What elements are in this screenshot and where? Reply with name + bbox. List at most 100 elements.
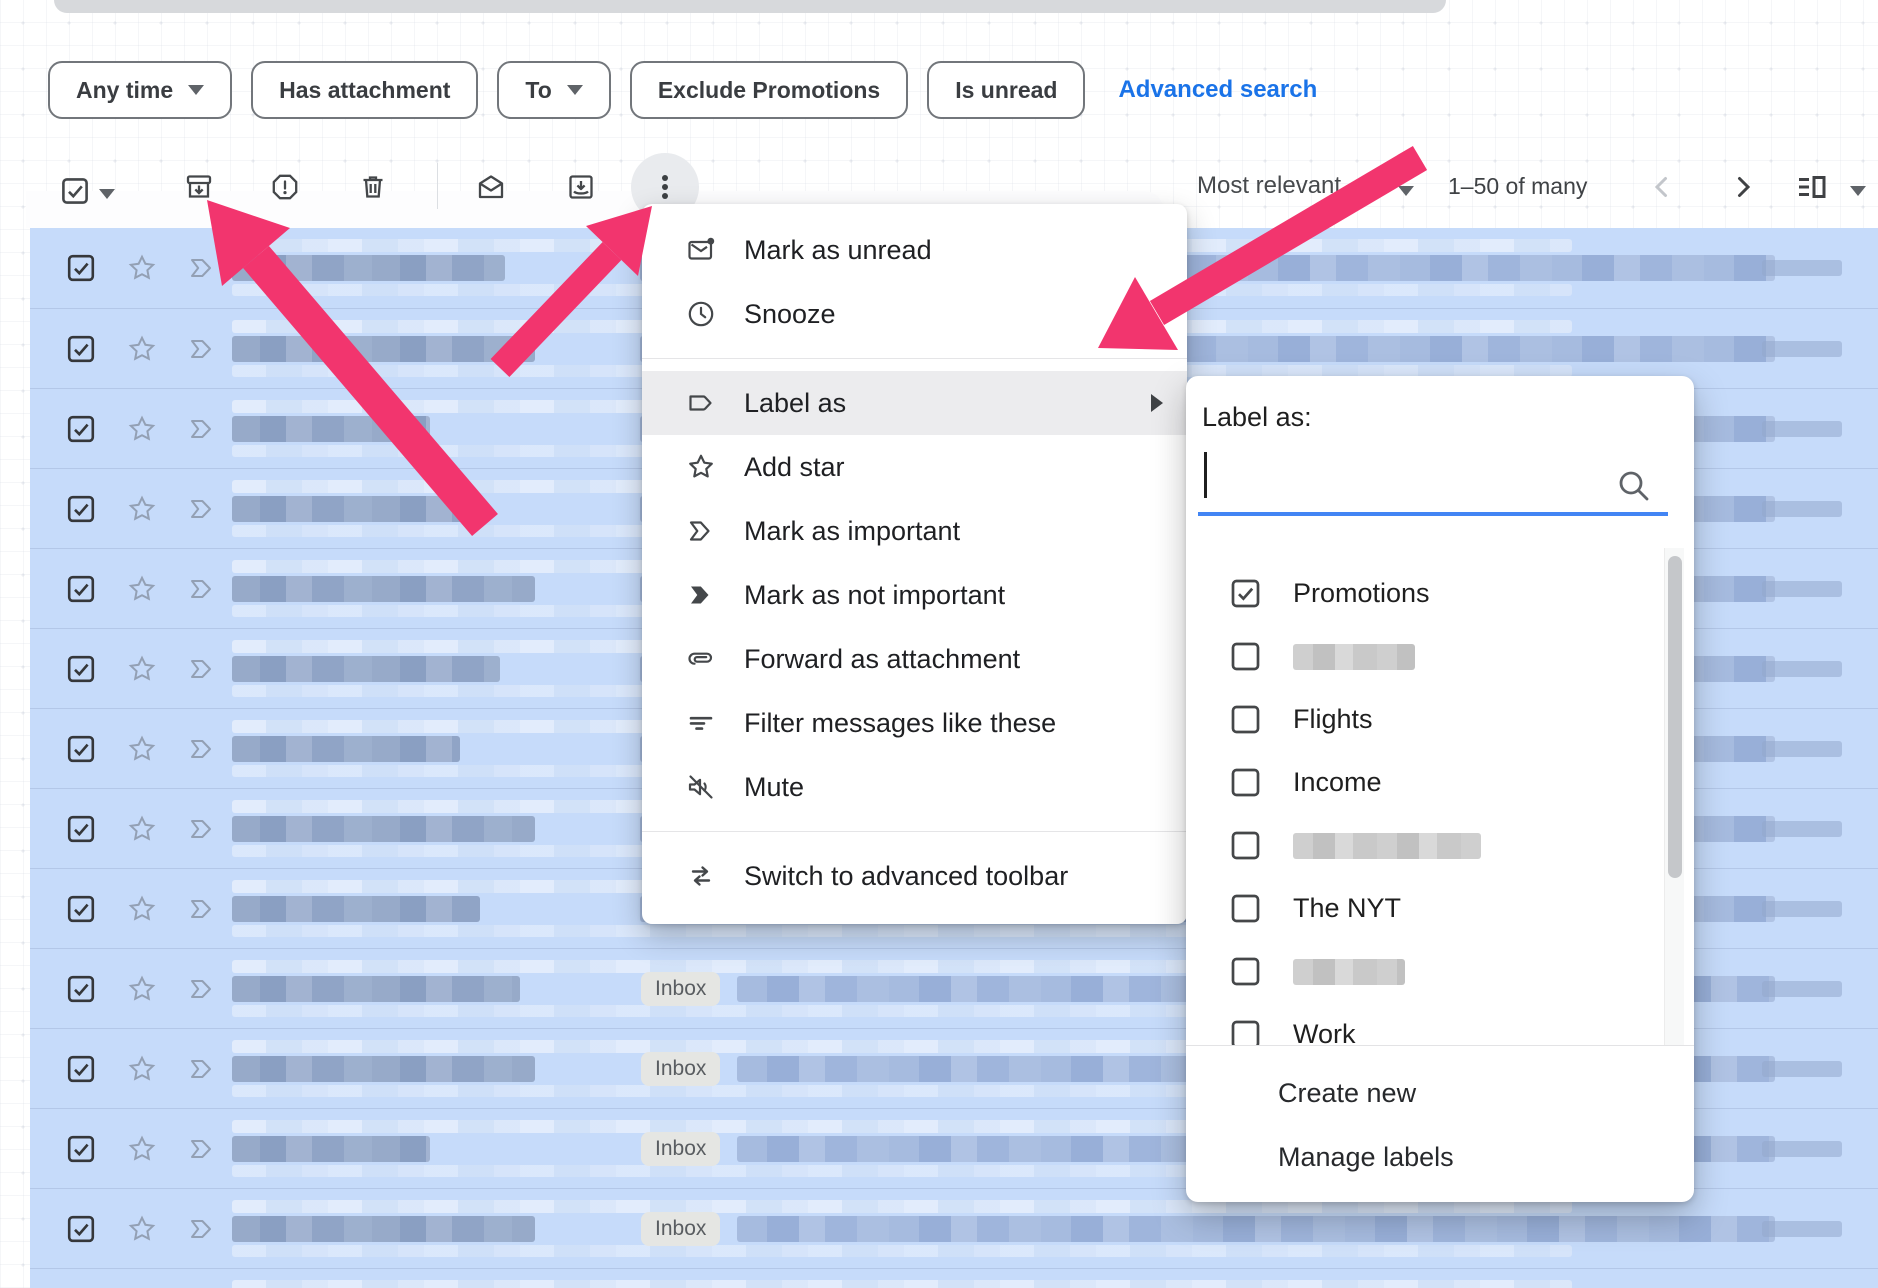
- label-option-work[interactable]: Work: [1186, 1003, 1694, 1045]
- importance-marker-icon[interactable]: [186, 252, 218, 284]
- sort-caret-icon[interactable]: [1398, 186, 1414, 196]
- filter-chip-any-time[interactable]: Any time: [48, 61, 232, 119]
- row-checkbox[interactable]: [66, 734, 96, 764]
- menu-item-add-star[interactable]: Add star: [642, 435, 1187, 499]
- star-icon[interactable]: [126, 973, 158, 1005]
- row-checkbox[interactable]: [66, 1214, 96, 1244]
- unchecked-checkbox-icon[interactable]: [1230, 767, 1261, 798]
- label-option-redacted[interactable]: [1186, 814, 1694, 877]
- star-icon[interactable]: [126, 252, 158, 284]
- create-new-label-button[interactable]: Create new: [1278, 1069, 1416, 1117]
- label-option-the-nyt[interactable]: The NYT: [1186, 877, 1694, 940]
- inbox-chip: Inbox: [641, 1212, 720, 1246]
- checked-checkbox-icon[interactable]: [1230, 578, 1261, 609]
- mark-as-read-icon[interactable]: [476, 172, 506, 202]
- row-checkbox[interactable]: [66, 814, 96, 844]
- star-icon[interactable]: [126, 413, 158, 445]
- menu-item-label-as[interactable]: Label as: [642, 371, 1187, 435]
- row-checkbox[interactable]: [66, 1054, 96, 1084]
- redacted-date: [1762, 661, 1842, 677]
- star-icon[interactable]: [126, 733, 158, 765]
- star-icon[interactable]: [126, 653, 158, 685]
- menu-item-mark-as-important[interactable]: Mark as important: [642, 499, 1187, 563]
- move-to-icon[interactable]: [566, 172, 596, 202]
- star-icon[interactable]: [126, 493, 158, 525]
- importance-marker-icon[interactable]: [186, 333, 218, 365]
- row-checkbox[interactable]: [66, 894, 96, 924]
- row-checkbox[interactable]: [66, 974, 96, 1004]
- row-checkbox[interactable]: [66, 414, 96, 444]
- importance-marker-icon[interactable]: [186, 893, 218, 925]
- filter-chip-has-attachment[interactable]: Has attachment: [251, 61, 478, 119]
- chevron-down-icon: [188, 85, 204, 95]
- redacted-blur: [232, 1245, 1572, 1257]
- split-view-caret-icon[interactable]: [1850, 186, 1866, 196]
- label-option-redacted[interactable]: [1186, 625, 1694, 688]
- archive-icon[interactable]: [184, 172, 214, 202]
- menu-item-mute[interactable]: Mute: [642, 755, 1187, 819]
- menu-item-filter-messages[interactable]: Filter messages like these: [642, 691, 1187, 755]
- filter-chip-is-unread[interactable]: Is unread: [927, 61, 1085, 119]
- filter-chip-to[interactable]: To: [497, 61, 610, 119]
- star-icon[interactable]: [126, 1133, 158, 1165]
- menu-item-switch-toolbar[interactable]: Switch to advanced toolbar: [642, 844, 1187, 908]
- row-checkbox[interactable]: [66, 253, 96, 283]
- label-option-flights[interactable]: Flights: [1186, 688, 1694, 751]
- row-checkbox[interactable]: [66, 334, 96, 364]
- menu-item-label: Mark as not important: [744, 580, 1005, 611]
- importance-marker-icon[interactable]: [186, 733, 218, 765]
- chevron-right-icon[interactable]: [1726, 170, 1760, 204]
- star-icon[interactable]: [126, 333, 158, 365]
- importance-marker-icon[interactable]: [186, 653, 218, 685]
- redacted-subject: [737, 1216, 1775, 1242]
- email-row[interactable]: [30, 1268, 1878, 1288]
- redacted-date: [1762, 1141, 1842, 1157]
- toolbar-divider: [437, 163, 438, 209]
- row-checkbox[interactable]: [66, 1134, 96, 1164]
- unchecked-checkbox-icon[interactable]: [1230, 893, 1261, 924]
- row-checkbox[interactable]: [66, 574, 96, 604]
- select-all-checkbox[interactable]: [60, 176, 90, 206]
- label-option-income[interactable]: Income: [1186, 751, 1694, 814]
- star-icon[interactable]: [126, 893, 158, 925]
- advanced-search-link[interactable]: Advanced search: [1118, 76, 1317, 104]
- row-checkbox[interactable]: [66, 654, 96, 684]
- scrollbar-track[interactable]: [1664, 548, 1684, 1045]
- filter-chip-exclude-promotions[interactable]: Exclude Promotions: [630, 61, 908, 119]
- importance-marker-icon[interactable]: [186, 813, 218, 845]
- split-view-icon[interactable]: [1795, 170, 1829, 204]
- importance-marker-icon[interactable]: [186, 493, 218, 525]
- importance-marker-icon[interactable]: [186, 413, 218, 445]
- delete-icon[interactable]: [358, 172, 388, 202]
- redacted-sender: [232, 656, 500, 682]
- menu-item-snooze[interactable]: Snooze: [642, 282, 1187, 346]
- star-icon[interactable]: [126, 573, 158, 605]
- menu-item-mark-as-unread[interactable]: Mark as unread: [642, 218, 1187, 282]
- importance-marker-icon[interactable]: [186, 1053, 218, 1085]
- star-icon[interactable]: [126, 1053, 158, 1085]
- menu-item-mark-as-not-important[interactable]: Mark as not important: [642, 563, 1187, 627]
- star-icon[interactable]: [126, 1213, 158, 1245]
- star-icon[interactable]: [126, 813, 158, 845]
- importance-marker-icon[interactable]: [186, 1213, 218, 1245]
- sort-dropdown[interactable]: Most relevant: [1197, 172, 1341, 200]
- importance-marker-icon[interactable]: [186, 1133, 218, 1165]
- unchecked-checkbox-icon[interactable]: [1230, 830, 1261, 861]
- unchecked-checkbox-icon[interactable]: [1230, 704, 1261, 735]
- unchecked-checkbox-icon[interactable]: [1230, 956, 1261, 987]
- importance-marker-icon[interactable]: [186, 573, 218, 605]
- chip-label: To: [525, 77, 551, 104]
- row-checkbox[interactable]: [66, 494, 96, 524]
- scrollbar-thumb[interactable]: [1668, 556, 1682, 878]
- label-option-redacted[interactable]: [1186, 940, 1694, 1003]
- manage-labels-button[interactable]: Manage labels: [1278, 1133, 1454, 1181]
- report-spam-icon[interactable]: [270, 172, 300, 202]
- select-dropdown-icon[interactable]: [99, 189, 115, 199]
- importance-marker-icon[interactable]: [186, 973, 218, 1005]
- unchecked-checkbox-icon[interactable]: [1230, 1019, 1261, 1045]
- menu-item-forward-as-attachment[interactable]: Forward as attachment: [642, 627, 1187, 691]
- label-option-promotions[interactable]: Promotions: [1186, 562, 1694, 625]
- chevron-left-icon[interactable]: [1645, 170, 1679, 204]
- label-search-input[interactable]: [1198, 512, 1668, 516]
- unchecked-checkbox-icon[interactable]: [1230, 641, 1261, 672]
